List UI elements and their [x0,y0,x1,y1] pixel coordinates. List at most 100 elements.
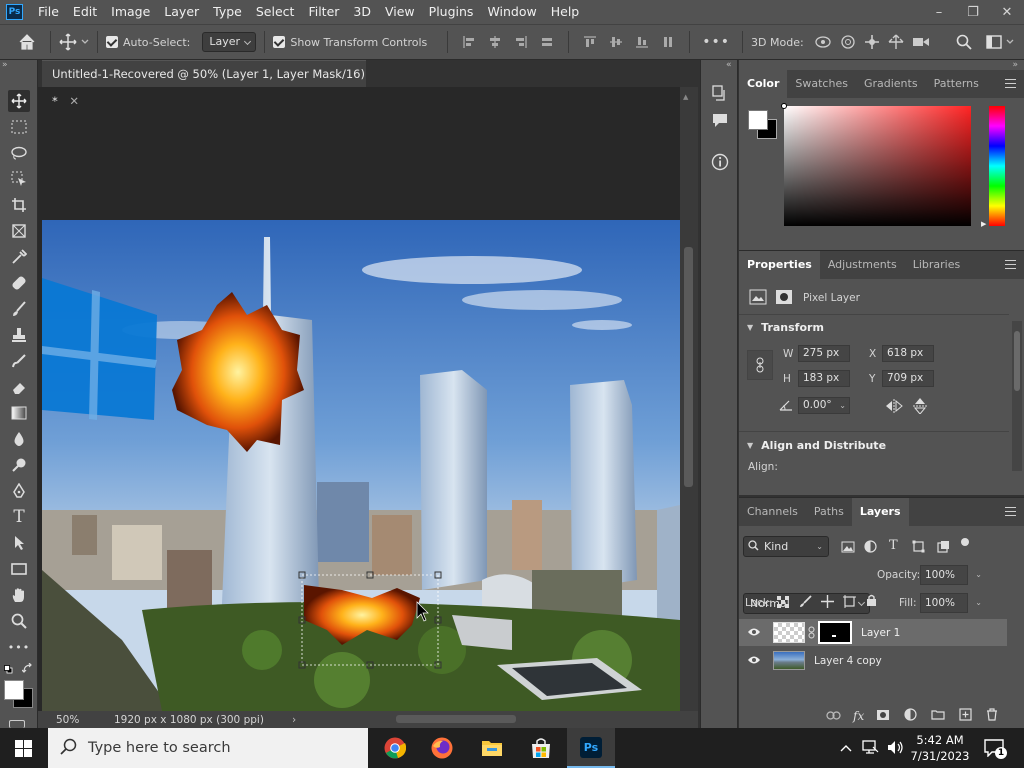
lock-pixels-icon[interactable] [799,595,812,611]
width-input[interactable]: 275 px [798,345,850,362]
menu-image[interactable]: Image [104,0,157,24]
chevron-down-icon[interactable]: ⌄ [975,594,982,612]
filter-shape-icon[interactable] [912,540,925,556]
3d-slide-icon[interactable] [888,34,904,50]
align-left-icon[interactable] [462,35,476,49]
taskbar-search-box[interactable]: Type here to search [48,728,368,768]
layer-thumbnail[interactable] [773,651,805,670]
dodge-tool[interactable] [8,454,30,476]
flip-vertical-icon[interactable] [913,398,927,417]
hue-slider[interactable]: ▶ [981,106,1005,228]
lock-position-icon[interactable] [821,595,834,611]
color-fg-swatch[interactable] [748,110,768,130]
mask-link-icon[interactable] [808,626,815,642]
blur-tool[interactable] [8,428,30,450]
firefox-icon[interactable] [431,737,453,762]
align-right-icon[interactable] [514,35,528,49]
workspace-icon[interactable] [985,35,1002,49]
align-middle-icon[interactable] [609,35,623,49]
close-tab-icon[interactable]: ✕ [69,94,79,108]
layer-name[interactable]: Layer 4 copy [814,655,882,667]
status-menu-icon[interactable]: › [292,714,296,726]
new-group-icon[interactable] [931,709,945,723]
move-tool[interactable] [8,90,30,112]
auto-select-checkbox[interactable] [106,36,118,48]
tab-gradients[interactable]: Gradients [856,70,926,98]
chevron-down-icon[interactable]: ▼ [747,323,753,332]
tab-paths[interactable]: Paths [806,498,852,526]
tab-color[interactable]: Color [739,70,788,98]
fill-input[interactable]: 100% ⌄ [920,593,982,613]
layer-filter-dropdown[interactable]: Kind ⌄ [743,536,829,557]
color-field[interactable] [781,103,971,226]
lock-transparent-icon[interactable] [777,596,789,611]
minimize-button[interactable]: – [922,5,956,20]
default-colors-icon[interactable] [4,664,13,674]
3d-scale-icon[interactable] [912,35,930,49]
menu-3d[interactable]: 3D [346,0,378,24]
chrome-icon[interactable] [384,737,407,762]
height-input[interactable]: 183 px [798,370,850,387]
layer-mask-thumbnail[interactable] [818,621,852,644]
new-layer-icon[interactable] [959,708,972,724]
vertical-scroll-thumb[interactable] [684,247,693,487]
chevron-down-icon[interactable]: ⌄ [975,566,982,584]
marquee-tool[interactable] [8,116,30,138]
distribute-icon[interactable] [540,35,554,49]
gradient-tool[interactable] [8,402,30,424]
align-center-icon[interactable] [488,35,502,49]
close-button[interactable]: ✕ [990,5,1024,20]
type-tool[interactable]: T [8,506,30,528]
3d-orbit-icon[interactable] [814,34,832,50]
pen-tool[interactable] [8,480,30,502]
photoshop-taskbar-button[interactable]: Ps [567,728,615,768]
delete-layer-icon[interactable] [986,708,998,724]
layer-mask-icon[interactable] [775,289,793,308]
filter-type-icon[interactable]: T [889,538,898,553]
rectangle-tool[interactable] [8,558,30,580]
properties-scrollbar[interactable] [1012,321,1022,471]
tab-properties[interactable]: Properties [739,251,820,279]
menu-help[interactable]: Help [544,0,587,24]
file-explorer-icon[interactable] [481,738,503,760]
align-top-icon[interactable] [583,35,597,49]
lock-all-icon[interactable] [866,594,877,610]
collapse-toolbar-icon[interactable]: » [2,60,8,70]
tab-layers[interactable]: Layers [851,498,909,526]
color-field-picker[interactable] [781,103,787,109]
horizontal-scroll-thumb[interactable] [396,715,516,723]
filter-pixel-icon[interactable] [841,541,855,556]
volume-icon[interactable] [887,740,905,758]
menu-file[interactable]: File [31,0,66,24]
link-dimensions-button[interactable] [747,350,773,380]
panel-menu-icon[interactable] [1005,79,1016,88]
comments-panel-icon[interactable] [711,112,729,131]
3d-roll-icon[interactable] [840,34,856,50]
history-brush-tool[interactable] [8,350,30,372]
distribute-vertical-icon[interactable] [661,35,675,49]
layer-thumbnail[interactable] [773,622,805,643]
menu-edit[interactable]: Edit [66,0,104,24]
notifications-icon[interactable]: 1 [984,739,1007,760]
transform-section-header[interactable]: ▼ Transform [747,321,824,334]
collapse-panels-icon[interactable]: » [1012,60,1018,70]
visibility-eye-icon[interactable] [747,627,761,640]
restore-button[interactable]: ❐ [956,5,990,20]
edit-toolbar-button[interactable]: ••• [8,636,30,658]
eyedropper-tool[interactable] [8,246,30,268]
new-adjustment-icon[interactable] [904,708,917,724]
menu-view[interactable]: View [378,0,422,24]
zoom-level[interactable]: 50% [56,714,106,726]
taskbar-clock[interactable]: 5:42 AM 7/31/2023 [910,732,970,764]
eraser-tool[interactable] [8,376,30,398]
hand-tool[interactable] [8,584,30,606]
filter-smart-object-icon[interactable] [937,540,950,556]
layer-row-layer-1[interactable]: Layer 1 [739,619,1007,646]
visibility-eye-icon[interactable] [747,655,761,668]
expand-panels-icon[interactable]: « [726,60,732,70]
history-panel-icon[interactable] [711,84,729,105]
vertical-scrollbar[interactable]: ▲ [680,87,698,711]
swap-colors-icon[interactable] [21,662,33,677]
menu-type[interactable]: Type [206,0,249,24]
add-mask-icon[interactable] [876,709,890,724]
